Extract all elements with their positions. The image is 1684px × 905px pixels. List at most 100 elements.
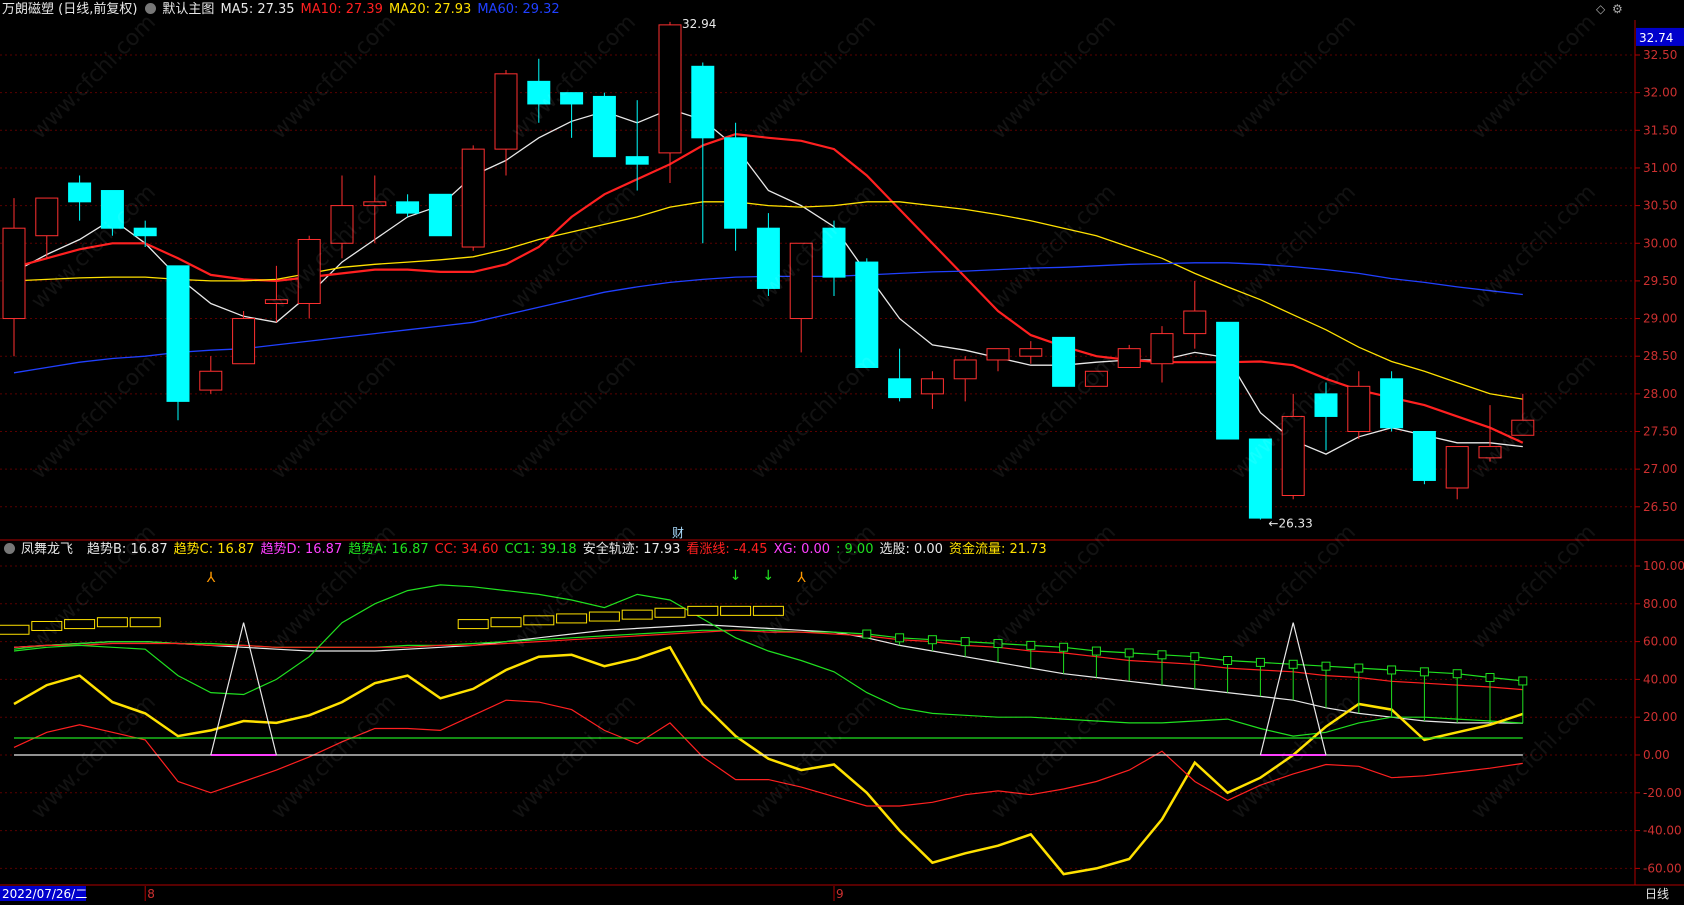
candle-body: [133, 227, 157, 237]
cc1-box: [1387, 665, 1397, 675]
candle-body: [396, 201, 420, 214]
candle-body: [68, 182, 92, 203]
main-y-tick-10: 27.50: [1643, 425, 1677, 439]
ind-y-tick-5: 0.00: [1643, 748, 1670, 762]
low-price-label: ←26.33: [1268, 517, 1312, 531]
candle-body: [724, 137, 748, 229]
cc1-box: [1288, 659, 1298, 669]
candle-body: [658, 24, 682, 154]
view-toggle-icon[interactable]: [145, 3, 157, 14]
main-y-tick-4: 30.50: [1643, 199, 1677, 213]
candle-body: [986, 348, 1010, 361]
candle-body: [953, 359, 977, 380]
main-y-tick-7: 29.00: [1643, 312, 1677, 326]
trend-box: [687, 605, 719, 616]
stock-title[interactable]: 万朗磁塑 (日线,前复权): [2, 2, 137, 17]
cc1-box: [1485, 673, 1495, 683]
candle-body: [920, 378, 944, 395]
main-legend: 万朗磁塑 (日线,前复权) 默认主图 MA5: 27.35 MA10: 27.39 MA…: [2, 2, 572, 18]
high-price-label: 32.94: [682, 17, 716, 31]
candle-body: [855, 261, 879, 368]
gear-icon[interactable]: ⚙: [1612, 2, 1623, 16]
trend-box: [129, 617, 161, 628]
cc1-box: [1124, 648, 1134, 658]
indicator-legend-item-7: 看涨线: -4.45: [686, 542, 768, 557]
candle-body: [888, 378, 912, 399]
date-label: 2022/07/26/二: [2, 887, 87, 901]
candle-body: [1347, 385, 1371, 433]
candle-body: [1052, 336, 1076, 387]
indicator-legend-item-10: 选股: 0.00: [879, 542, 943, 557]
indicator-name[interactable]: 凤舞龙飞: [21, 542, 73, 557]
period-label: 日线: [1645, 887, 1669, 901]
indicator-legend-item-3: 趋势A: 16.87: [348, 542, 429, 557]
event-marker: 财: [672, 526, 684, 540]
month-mark-9: 9: [836, 887, 844, 901]
indicator-legend-item-2: 趋势D: 16.87: [260, 542, 343, 557]
candle-body: [494, 73, 518, 150]
ind-y-tick-7: -40.00: [1643, 824, 1682, 838]
indicator-legend-item-11: 资金流量: 21.73: [948, 542, 1047, 557]
cc1-box: [1419, 667, 1429, 677]
cc1-box: [1255, 657, 1265, 667]
cc1-box: [1354, 663, 1364, 673]
candle-body: [592, 95, 616, 158]
indicator-legend-item-5: CC1: 39.18: [504, 542, 577, 557]
cc1-box: [1157, 650, 1167, 660]
cc1-box: [862, 629, 872, 639]
ma-legend-item-1: MA10: 27.39: [300, 2, 383, 17]
candle-body: [1150, 333, 1174, 365]
cc1-box: [1518, 676, 1528, 686]
cc1-box: [1091, 646, 1101, 656]
ind-y-tick-0: 100.00: [1643, 559, 1684, 573]
down-arrow-icon: ↓: [762, 568, 774, 584]
trend-box: [0, 624, 30, 635]
indicator-legend-item-0: 趋势B: 16.87: [87, 542, 168, 557]
month-mark-8: 8: [147, 887, 155, 901]
indicator-legend-item-1: 趋势C: 16.87: [173, 542, 255, 557]
chart-stage: 32.50 32.00 31.50 31.00 30.50 30.00 29.50 29.00…: [0, 0, 1684, 901]
ind-y-tick-1: 80.00: [1643, 597, 1677, 611]
main-y-tick-1: 32.00: [1643, 86, 1677, 100]
main-y-tick-11: 27.00: [1643, 462, 1677, 476]
candle-body: [428, 193, 452, 237]
ma-legend-item-3: MA60: 29.32: [477, 2, 560, 17]
main-y-tick-3: 31.00: [1643, 161, 1677, 175]
buy-signal-icon: ⅄: [206, 570, 216, 586]
candle-body: [166, 265, 190, 402]
diamond-icon[interactable]: ◇: [1596, 2, 1605, 16]
cc1-box: [895, 633, 905, 643]
main-y-tick-5: 30.00: [1643, 236, 1677, 250]
indicator-legend-item-4: CC: 34.60: [434, 542, 499, 557]
cc1-box: [1321, 661, 1331, 671]
cc1-box: [1059, 642, 1069, 652]
candle-body: [232, 318, 256, 365]
view-label[interactable]: 默认主图: [162, 2, 214, 17]
candle-body: [625, 156, 649, 165]
chart-svg[interactable]: 32.50 32.00 31.50 31.00 30.50 30.00 29.50 29.00…: [0, 0, 1684, 901]
trend-box: [621, 609, 653, 620]
candle-body: [1019, 348, 1043, 357]
main-y-tick-2: 31.50: [1643, 123, 1677, 137]
candle-body: [1216, 321, 1240, 440]
cc1-box: [1452, 669, 1462, 679]
indicator-values: 趋势B: 16.87 趋势C: 16.87 趋势D: 16.87 趋势A: 16.87…: [87, 542, 1053, 557]
main-y-tick-6: 29.50: [1643, 274, 1677, 288]
trend-box: [457, 619, 489, 630]
current-price-text: 32.74: [1639, 31, 1673, 45]
ind-y-tick-8: -60.00: [1643, 861, 1682, 875]
main-y-tick-8: 28.50: [1643, 349, 1677, 363]
ma-legend-item-0: MA5: 27.35: [220, 2, 295, 17]
ind-y-tick-3: 40.00: [1643, 672, 1677, 686]
candle-body: [691, 65, 715, 139]
ma-legend: MA5: 27.35 MA10: 27.39 MA20: 27.93 MA60: 29…: [220, 2, 565, 17]
trend-box: [96, 617, 128, 628]
trend-box: [588, 611, 620, 622]
indicator-toggle-icon[interactable]: [4, 543, 15, 554]
cc1-box: [927, 635, 937, 645]
cc1-box: [1190, 652, 1200, 662]
candle-body: [1445, 446, 1469, 489]
indicator-legend: 凤舞龙飞 趋势B: 16.87 趋势C: 16.87 趋势D: 16.87 趋势A: 1…: [2, 542, 1059, 558]
candle-body: [2, 227, 26, 320]
ind-y-tick-4: 20.00: [1643, 710, 1677, 724]
